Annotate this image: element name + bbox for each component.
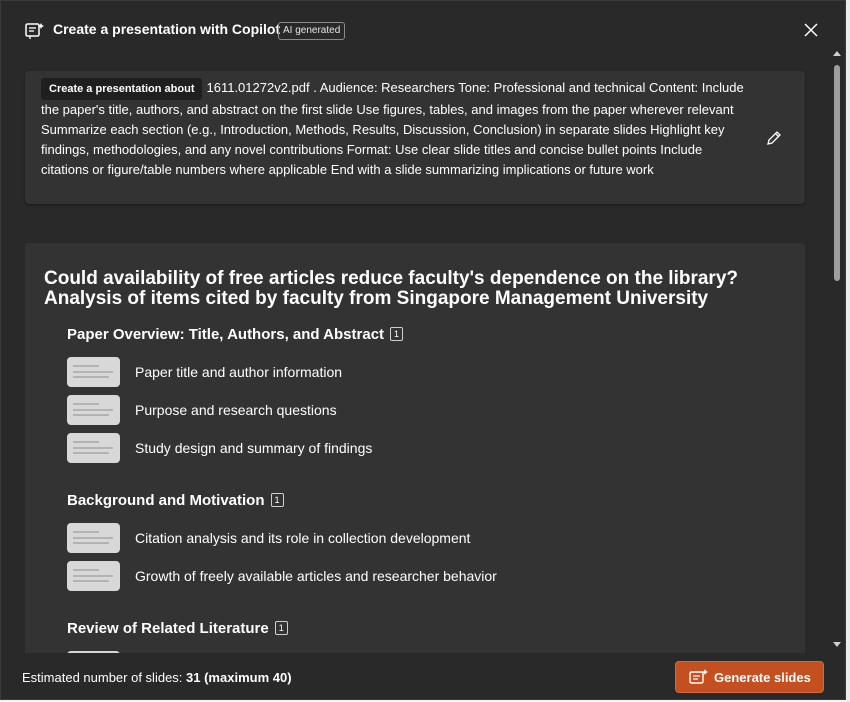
slide-thumbnail: [67, 523, 120, 553]
scroll-thumb[interactable]: [834, 65, 840, 281]
prompt-chip: Create a presentation about: [41, 78, 203, 100]
slide-estimate: Estimated number of slides: 31 (maximum …: [22, 670, 292, 685]
scroll-down-icon[interactable]: [832, 641, 842, 649]
prompt-box[interactable]: Create a presentation about 1611.01272v2.…: [25, 71, 805, 204]
slide-thumbnail: [67, 561, 120, 591]
section-title: Paper Overview: Title, Authors, and Abst…: [67, 326, 404, 343]
slide-item-label: Study design and summary of findings: [135, 440, 373, 456]
dialog-title: Create a presentation with Copilot: [53, 21, 281, 37]
dialog-footer: Estimated number of slides: 31 (maximum …: [1, 653, 845, 699]
scroll-up-icon[interactable]: [832, 49, 842, 57]
presentation-outline: Could availability of free articles redu…: [25, 243, 805, 663]
generate-slides-button[interactable]: Generate slides: [675, 661, 824, 693]
window-edge: [846, 0, 850, 702]
outline-title: Could availability of free articles redu…: [44, 268, 739, 309]
copilot-slides-icon: [25, 23, 44, 39]
citation-badge[interactable]: 1: [390, 327, 404, 341]
generate-slides-label: Generate slides: [714, 670, 811, 685]
copilot-presentation-dialog: Create a presentation with Copilot AI ge…: [0, 0, 846, 700]
ai-generated-badge: AI generated: [278, 22, 346, 40]
section-title: Review of Related Literature 1: [67, 620, 288, 637]
citation-badge[interactable]: 1: [274, 621, 288, 635]
slide-estimate-value: 31 (maximum 40): [186, 670, 292, 685]
section-title: Background and Motivation 1: [67, 492, 284, 509]
close-icon[interactable]: [802, 21, 820, 39]
citation-badge[interactable]: 1: [270, 493, 284, 507]
slide-item-label: Paper title and author information: [135, 364, 343, 380]
slide-item-label: Growth of freely available articles and …: [135, 568, 497, 584]
slide-thumbnail: [67, 357, 120, 387]
generate-slides-icon: [689, 669, 708, 684]
scrollbar[interactable]: [831, 49, 843, 653]
slide-thumbnail: [67, 433, 120, 463]
dialog-header: Create a presentation with Copilot AI ge…: [1, 1, 845, 61]
edit-pencil-icon[interactable]: [765, 129, 783, 147]
slide-item-label: Citation analysis and its role in collec…: [135, 530, 471, 546]
slide-item-label: Purpose and research questions: [135, 402, 337, 418]
slide-thumbnail: [67, 395, 120, 425]
